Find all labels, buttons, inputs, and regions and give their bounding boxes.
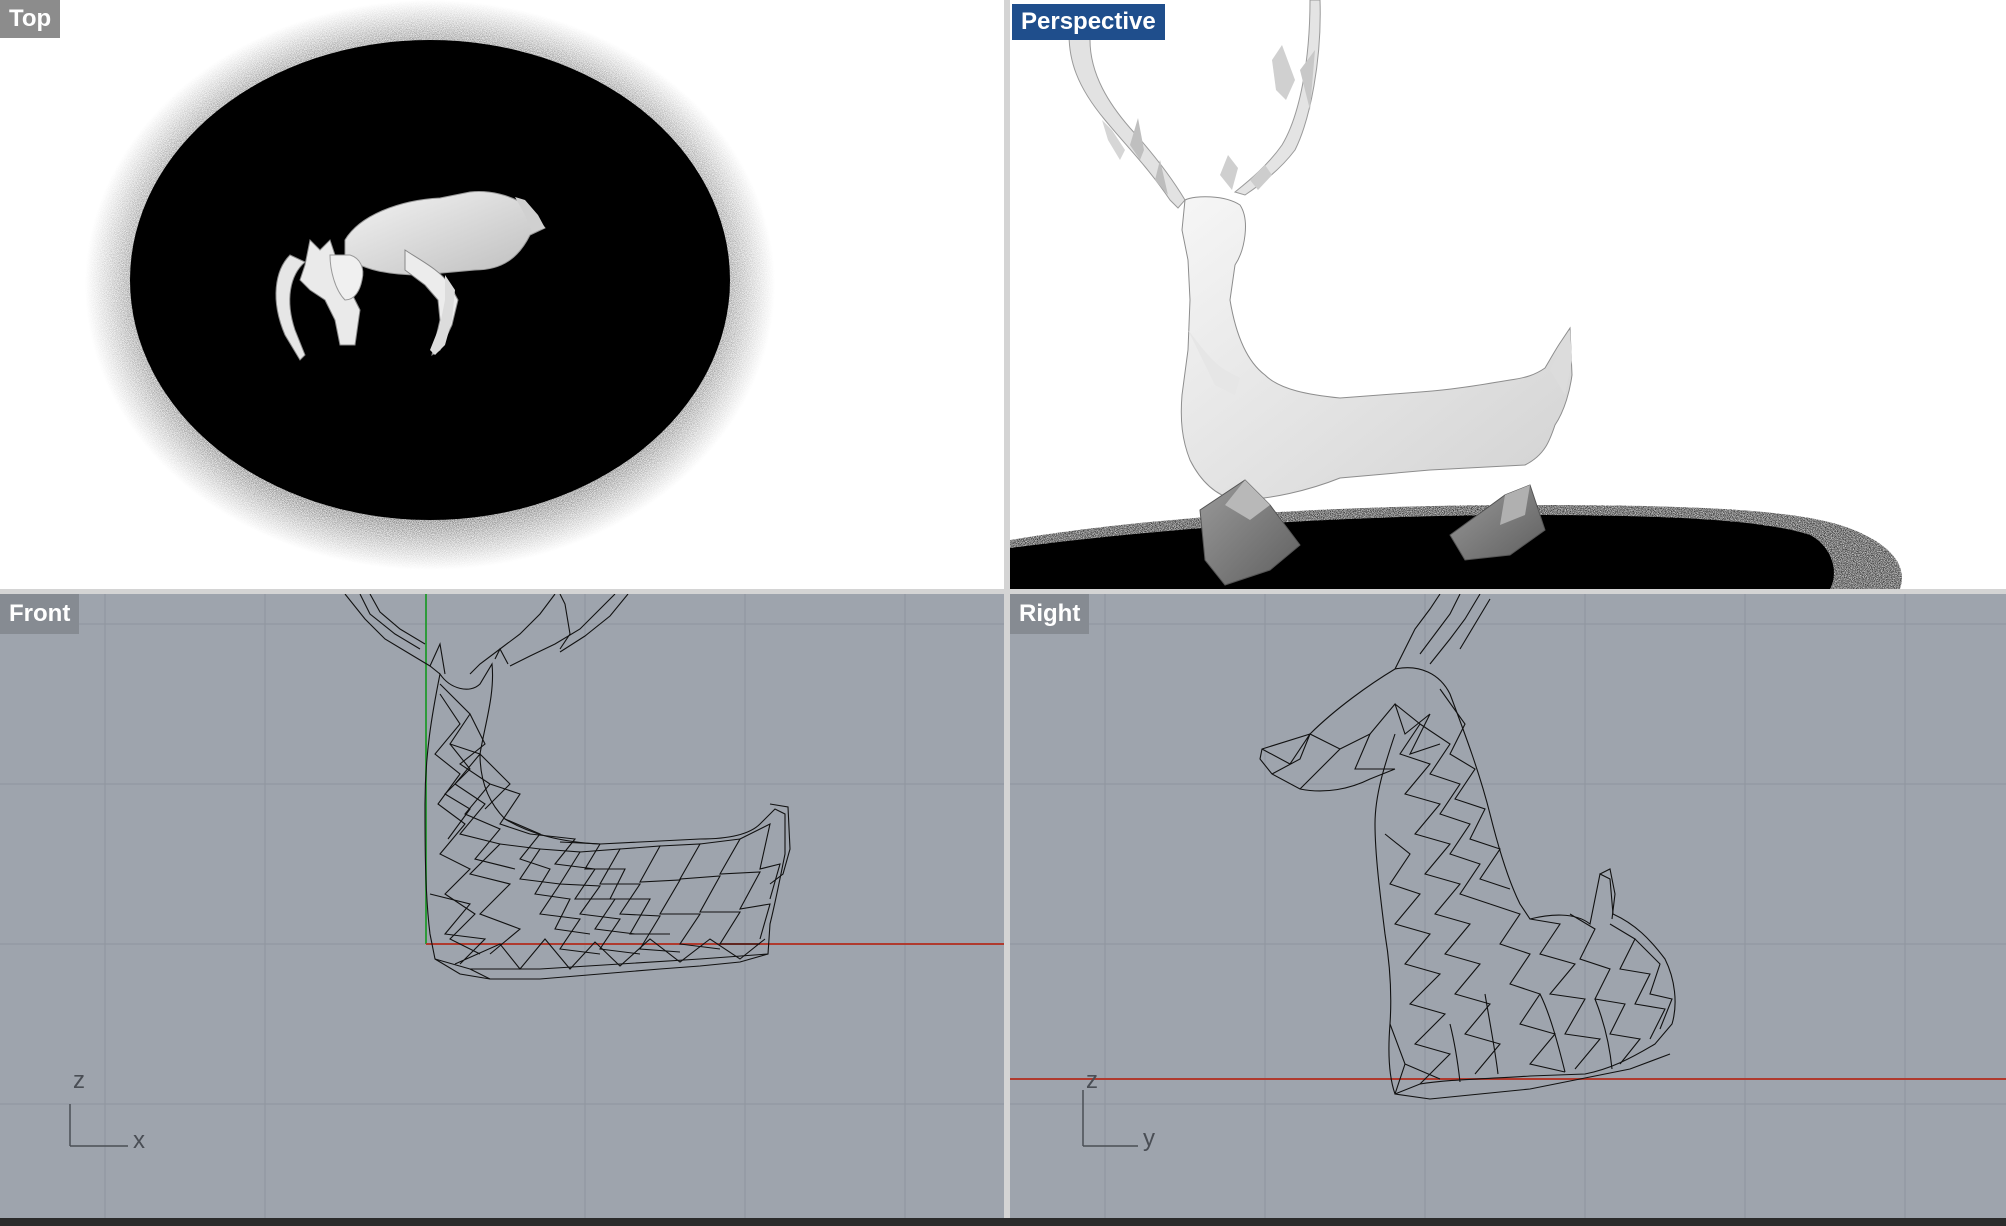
viewport-front[interactable]: z x Front: [0, 594, 1004, 1218]
viewport-right[interactable]: z y Right: [1010, 594, 2006, 1218]
front-view-canvas: z x: [0, 594, 1004, 1218]
viewport-perspective[interactable]: Perspective: [1010, 0, 2006, 589]
grid: [1010, 594, 2006, 1218]
axis-gizmo: z x: [69, 1067, 145, 1154]
viewport-label-right[interactable]: Right: [1010, 594, 1090, 634]
ground-shadow-icon: [1010, 505, 1902, 589]
viewport-label-front[interactable]: Front: [0, 594, 80, 634]
axis-label-x: x: [133, 1127, 145, 1154]
top-view-canvas: [85, 0, 775, 570]
right-view-canvas: z y: [1010, 594, 2006, 1218]
rhino-viewport-layout: Top Perspective z x Front z y Right: [0, 0, 2006, 1226]
deer-model-icon: [1259, 594, 1676, 1100]
axis-label-y: y: [1143, 1125, 1155, 1152]
axis-label-z: z: [1086, 1067, 1098, 1094]
grid: [0, 594, 1004, 1218]
axis-label-z: z: [73, 1067, 85, 1094]
status-bar: [0, 1218, 2006, 1226]
viewport-top[interactable]: Top: [0, 0, 1004, 589]
deer-model-icon: [1068, 0, 1573, 586]
perspective-view-canvas: [1010, 0, 1902, 589]
viewport-label-top[interactable]: Top: [0, 0, 61, 38]
deer-model-icon: [344, 594, 791, 980]
viewport-label-perspective[interactable]: Perspective: [1012, 4, 1165, 40]
